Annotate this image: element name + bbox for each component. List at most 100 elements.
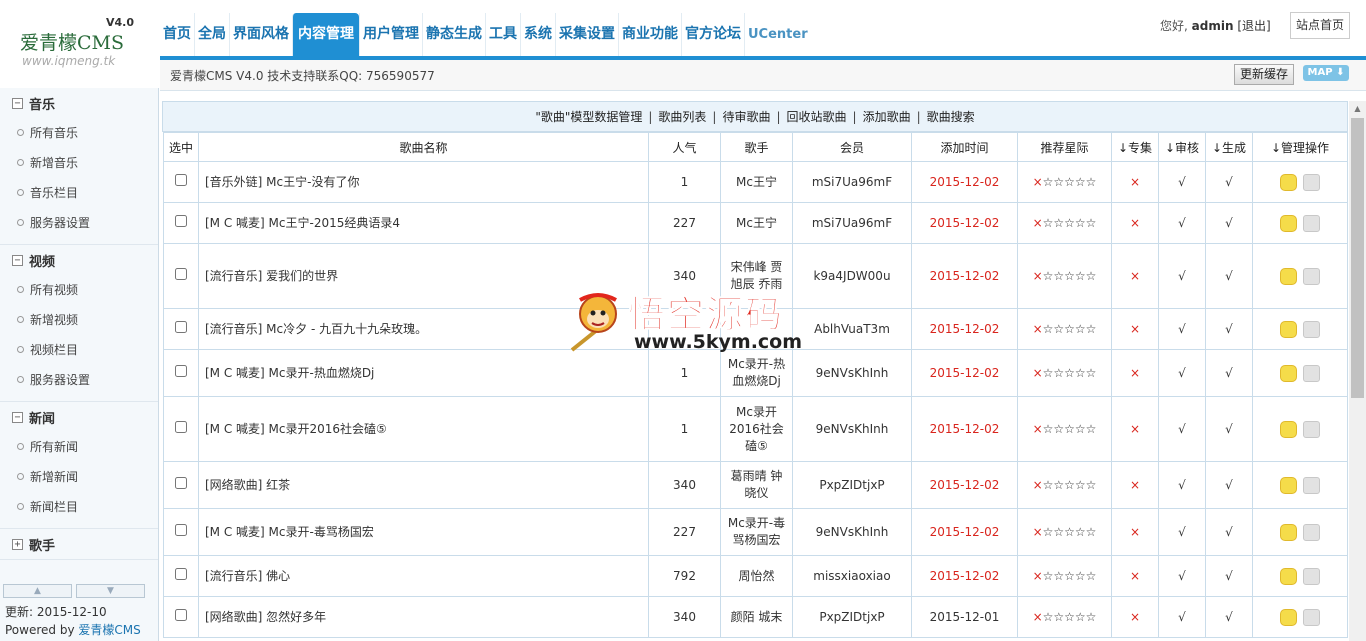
site-home-button[interactable]: 站点首页: [1290, 12, 1350, 39]
clear-stars-icon[interactable]: ×: [1033, 216, 1043, 230]
star-rating[interactable]: ☆☆☆☆☆: [1043, 525, 1097, 539]
song-member[interactable]: k9a4JDW00u: [792, 243, 912, 309]
edit-icon[interactable]: [1280, 420, 1297, 438]
star-rating[interactable]: ☆☆☆☆☆: [1043, 478, 1097, 492]
sidebar-item[interactable]: 所有音乐: [0, 118, 158, 148]
sidebar-group-header[interactable]: − 视频: [0, 245, 158, 275]
song-album[interactable]: ×: [1111, 308, 1159, 350]
collapse-icon[interactable]: −: [12, 254, 23, 266]
scroll-thumb[interactable]: [1351, 118, 1364, 398]
row-checkbox[interactable]: [175, 364, 187, 377]
song-gen[interactable]: √: [1205, 461, 1253, 509]
sidebar-item[interactable]: 新增音乐: [0, 148, 158, 178]
song-name[interactable]: [M C 喊麦] Mc录开-热血燃烧Dj: [198, 349, 649, 397]
song-audit[interactable]: √: [1158, 555, 1206, 597]
sidebar-group-header[interactable]: − 音乐: [0, 88, 158, 118]
edit-icon[interactable]: [1280, 320, 1297, 338]
refresh-cache-button[interactable]: 更新缓存: [1234, 64, 1294, 85]
expand-icon[interactable]: +: [12, 538, 23, 550]
map-button[interactable]: MAP ⬇: [1303, 65, 1349, 81]
song-gen[interactable]: √: [1205, 508, 1253, 556]
clear-stars-icon[interactable]: ×: [1033, 175, 1043, 189]
sidebar-item[interactable]: 视频栏目: [0, 335, 158, 365]
song-album[interactable]: ×: [1111, 555, 1159, 597]
song-name[interactable]: [流行音乐] Mc冷夕 - 九百九十九朵玫瑰。: [198, 308, 649, 350]
collapse-icon[interactable]: −: [12, 97, 23, 109]
table-title-link[interactable]: "歌曲"模型数据管理: [535, 110, 642, 124]
powered-brand-link[interactable]: 爱青檬CMS: [78, 623, 140, 637]
song-audit[interactable]: √: [1158, 161, 1206, 203]
nav-item-7[interactable]: 系统: [520, 13, 555, 56]
edit-icon[interactable]: [1280, 214, 1297, 232]
nav-item-3[interactable]: 内容管理: [292, 13, 359, 56]
table-title-link[interactable]: 歌曲列表: [658, 110, 706, 124]
nav-item-4[interactable]: 用户管理: [359, 13, 422, 56]
scroll-up-icon[interactable]: ▲: [3, 584, 72, 598]
song-gen[interactable]: √: [1205, 349, 1253, 397]
sidebar-item[interactable]: 服务器设置: [0, 208, 158, 238]
song-member[interactable]: 9eNVsKhInh: [792, 396, 912, 462]
col-audit[interactable]: ↓审核: [1158, 132, 1206, 162]
song-album[interactable]: ×: [1111, 349, 1159, 397]
song-audit[interactable]: √: [1158, 396, 1206, 462]
row-checkbox[interactable]: [175, 320, 187, 333]
star-rating[interactable]: ☆☆☆☆☆: [1043, 216, 1097, 230]
col-gen[interactable]: ↓生成: [1205, 132, 1253, 162]
song-gen[interactable]: √: [1205, 596, 1253, 638]
col-ops[interactable]: ↓管理操作: [1252, 132, 1348, 162]
nav-item-2[interactable]: 界面风格: [229, 13, 292, 56]
delete-icon[interactable]: [1303, 476, 1320, 494]
song-audit[interactable]: √: [1158, 308, 1206, 350]
song-name[interactable]: [M C 喊麦] Mc王宁-2015经典语录4: [198, 202, 649, 244]
delete-icon[interactable]: [1303, 523, 1320, 541]
sidebar-item[interactable]: 新闻栏目: [0, 492, 158, 522]
song-member[interactable]: PxpZIDtjxP: [792, 461, 912, 509]
song-name[interactable]: [音乐外链] Mc王宁-没有了你: [198, 161, 649, 203]
sidebar-group-header[interactable]: − 新闻: [0, 402, 158, 432]
song-gen[interactable]: √: [1205, 308, 1253, 350]
row-checkbox[interactable]: [175, 523, 187, 536]
table-title-link[interactable]: 回收站歌曲: [787, 110, 847, 124]
delete-icon[interactable]: [1303, 267, 1320, 285]
table-title-link[interactable]: 添加歌曲: [863, 110, 911, 124]
song-album[interactable]: ×: [1111, 202, 1159, 244]
delete-icon[interactable]: [1303, 214, 1320, 232]
song-name[interactable]: [流行音乐] 佛心: [198, 555, 649, 597]
row-checkbox[interactable]: [175, 173, 187, 186]
scroll-up-arrow-icon[interactable]: ▲: [1349, 101, 1366, 117]
delete-icon[interactable]: [1303, 320, 1320, 338]
song-member[interactable]: 9eNVsKhInh: [792, 349, 912, 397]
song-gen[interactable]: √: [1205, 555, 1253, 597]
song-audit[interactable]: √: [1158, 243, 1206, 309]
song-gen[interactable]: √: [1205, 161, 1253, 203]
star-rating[interactable]: ☆☆☆☆☆: [1043, 610, 1097, 624]
star-rating[interactable]: ☆☆☆☆☆: [1043, 569, 1097, 583]
row-checkbox[interactable]: [175, 267, 187, 280]
row-checkbox[interactable]: [175, 476, 187, 489]
delete-icon[interactable]: [1303, 420, 1320, 438]
logout-link[interactable]: [退出]: [1237, 19, 1270, 33]
sidebar-item[interactable]: 音乐栏目: [0, 178, 158, 208]
edit-icon[interactable]: [1280, 608, 1297, 626]
song-gen[interactable]: √: [1205, 202, 1253, 244]
edit-icon[interactable]: [1280, 173, 1297, 191]
song-gen[interactable]: √: [1205, 396, 1253, 462]
clear-stars-icon[interactable]: ×: [1033, 525, 1043, 539]
song-name[interactable]: [M C 喊麦] Mc录开2016社会磕⑤: [198, 396, 649, 462]
edit-icon[interactable]: [1280, 567, 1297, 585]
sidebar-group-header[interactable]: + 歌手: [0, 529, 158, 559]
edit-icon[interactable]: [1280, 364, 1297, 382]
song-name[interactable]: [网络歌曲] 忽然好多年: [198, 596, 649, 638]
nav-item-5[interactable]: 静态生成: [422, 13, 485, 56]
sidebar-item[interactable]: 新增视频: [0, 305, 158, 335]
table-title-link[interactable]: 歌曲搜索: [927, 110, 975, 124]
clear-stars-icon[interactable]: ×: [1033, 422, 1043, 436]
clear-stars-icon[interactable]: ×: [1033, 569, 1043, 583]
song-member[interactable]: 9eNVsKhInh: [792, 508, 912, 556]
delete-icon[interactable]: [1303, 173, 1320, 191]
song-album[interactable]: ×: [1111, 161, 1159, 203]
song-member[interactable]: missxiaoxiao: [792, 555, 912, 597]
row-checkbox[interactable]: [175, 420, 187, 433]
star-rating[interactable]: ☆☆☆☆☆: [1043, 422, 1097, 436]
edit-icon[interactable]: [1280, 476, 1297, 494]
